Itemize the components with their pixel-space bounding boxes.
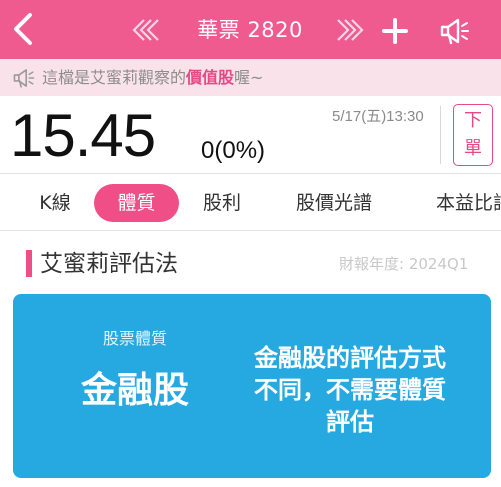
notice-highlight[interactable]: 價值股 bbox=[186, 68, 234, 87]
tab-kline[interactable]: K線 bbox=[32, 184, 78, 222]
tab-fundamentals[interactable]: 體質 bbox=[94, 184, 179, 222]
tab-price-spectrum[interactable]: 股價光譜 bbox=[289, 184, 379, 222]
quote-time: 5/17(五)13:30 bbox=[332, 108, 424, 125]
stock-title: 華票 2820 bbox=[197, 18, 303, 42]
section-title: 艾蜜莉評估法 bbox=[40, 251, 178, 277]
order-label-2: 單 bbox=[464, 138, 482, 159]
previous-stock-button[interactable] bbox=[130, 16, 162, 44]
divider bbox=[0, 173, 501, 174]
double-chevron-right-icon bbox=[337, 19, 364, 41]
tab-dividends[interactable]: 股利 bbox=[198, 184, 246, 222]
announcement-button[interactable] bbox=[439, 16, 471, 46]
place-order-button[interactable]: 下 單 bbox=[453, 104, 493, 166]
top-bar: 華票 2820 bbox=[0, 0, 501, 59]
price-change: 0(0%) bbox=[201, 137, 266, 164]
notice-prefix: 這檔是艾蜜莉觀察的 bbox=[42, 68, 187, 87]
section-accent-bar bbox=[26, 250, 32, 277]
divider bbox=[0, 230, 501, 231]
divider bbox=[440, 106, 441, 164]
tab-pe-ratio[interactable]: 本益比評 bbox=[436, 184, 501, 222]
plus-icon bbox=[382, 18, 408, 44]
fiscal-year: 財報年度: 2024Q1 bbox=[339, 255, 469, 273]
card-description: 金融股的評估方式不同，不需要體質評估 bbox=[254, 344, 446, 436]
notice-suffix: 喔~ bbox=[234, 68, 264, 87]
add-to-watchlist-button[interactable] bbox=[381, 17, 409, 45]
chevron-left-icon bbox=[14, 13, 32, 45]
stock-price: 15.45 bbox=[10, 102, 156, 169]
fundamentals-card: 股票體質 金融股 金融股的評估方式不同，不需要體質評估 bbox=[13, 294, 491, 478]
next-stock-button[interactable] bbox=[334, 16, 366, 44]
order-label-1: 下 bbox=[464, 110, 482, 131]
card-label: 股票體質 bbox=[102, 329, 167, 348]
notice-bar: 這檔是艾蜜莉觀察的價值股喔~ bbox=[0, 59, 501, 96]
back-button[interactable] bbox=[8, 10, 38, 48]
megaphone-icon bbox=[13, 69, 35, 88]
notice-text: 這檔是艾蜜莉觀察的價值股喔~ bbox=[42, 67, 263, 89]
double-chevron-left-icon bbox=[132, 19, 159, 41]
stock-type: 金融股 bbox=[80, 370, 189, 411]
megaphone-icon bbox=[440, 18, 469, 45]
